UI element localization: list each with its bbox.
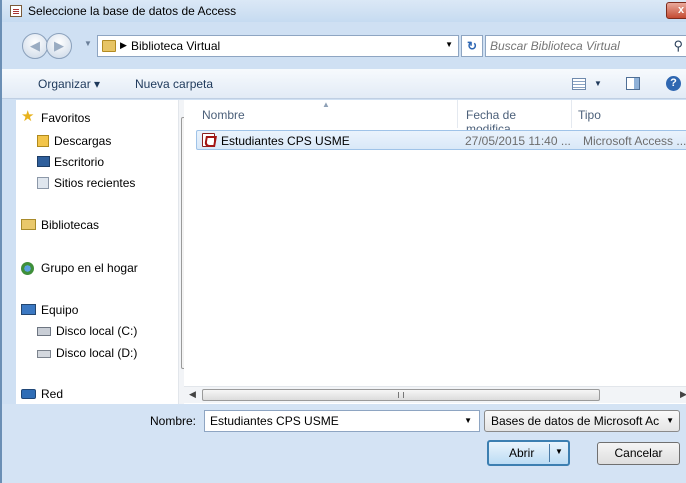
refresh-button[interactable]: ↻ (461, 35, 483, 57)
file-row[interactable]: Estudiantes CPS USME 27/05/2015 11:40 ..… (196, 130, 686, 150)
open-button-label: Abrir (509, 446, 535, 460)
back-arrow-icon: ◀ (30, 38, 40, 53)
scroll-left-icon[interactable]: ◀ (189, 389, 196, 400)
recent-places-icon (37, 177, 49, 189)
file-date: 27/05/2015 11:40 ... (465, 134, 571, 148)
command-toolbar: Organizar ▾ Nueva carpeta ▼ ? (2, 69, 686, 99)
search-icon[interactable]: ⚲ (673, 38, 683, 54)
column-header-nombre[interactable]: ▲ Nombre (184, 100, 458, 128)
refresh-icon: ↻ (466, 39, 478, 53)
recent-locations-dropdown-icon[interactable]: ▼ (84, 39, 92, 48)
new-folder-button[interactable]: Nueva carpeta (135, 77, 213, 91)
desktop-icon (37, 156, 50, 167)
filetype-select[interactable]: Bases de datos de Microsoft Ac ▼ (484, 410, 680, 432)
search-input[interactable] (490, 39, 660, 53)
drive-icon (37, 350, 51, 358)
access-app-icon (10, 5, 22, 17)
close-button[interactable]: x (666, 2, 686, 19)
downloads-icon (37, 135, 49, 147)
window-title: Seleccione la base de datos de Access (28, 4, 237, 18)
breadcrumb-item[interactable]: Biblioteca Virtual (131, 39, 220, 53)
cancel-button[interactable]: Cancelar (597, 442, 680, 465)
computer-icon (21, 304, 36, 315)
help-icon[interactable]: ? (666, 76, 681, 91)
view-dropdown-icon[interactable]: ▼ (594, 79, 602, 88)
breadcrumb-chevron-icon[interactable]: ▶ (120, 40, 127, 51)
filename-combobox[interactable]: ▼ (204, 410, 480, 432)
address-dropdown-icon[interactable]: ▼ (445, 40, 453, 49)
file-list-hscrollbar[interactable]: ◀ ▶ (184, 386, 686, 403)
open-options-dropdown-icon[interactable]: ▼ (555, 447, 563, 456)
drive-icon (37, 327, 51, 336)
sort-ascending-icon: ▲ (322, 100, 330, 109)
forward-button[interactable]: ▶ (46, 33, 72, 59)
navigation-pane: ★ Favoritos Descargas Escritorio Sitios … (16, 100, 195, 404)
file-list: ▲ Nombre Fecha de modifica... Tipo Estud… (184, 100, 686, 404)
network-icon (21, 389, 36, 399)
column-header-fecha[interactable]: Fecha de modifica... (458, 100, 572, 136)
filename-input[interactable] (210, 414, 450, 428)
back-button[interactable]: ◀ (22, 33, 48, 59)
scroll-right-icon[interactable]: ▶ (680, 389, 686, 400)
view-options-icon[interactable] (572, 78, 586, 90)
column-header-tipo[interactable]: Tipo (572, 100, 686, 128)
access-file-icon (202, 133, 215, 147)
organize-button[interactable]: Organizar ▾ (38, 77, 100, 91)
filename-dropdown-icon[interactable]: ▼ (464, 416, 472, 425)
filetype-value: Bases de datos de Microsoft Ac (491, 414, 660, 428)
search-box[interactable]: ⚲ (485, 35, 686, 57)
title-bar: Seleccione la base de datos de Access x (2, 0, 686, 22)
homegroup-icon (21, 262, 34, 275)
preview-pane-icon[interactable] (626, 77, 640, 90)
library-icon (21, 219, 36, 230)
file-type: Microsoft Access ... (583, 134, 686, 148)
split-divider (549, 444, 550, 462)
filetype-dropdown-icon[interactable]: ▼ (666, 416, 674, 425)
file-open-dialog: Seleccione la base de datos de Access x … (0, 0, 686, 483)
nav-buttons: ◀ ▶ (22, 33, 82, 59)
star-icon: ★ (21, 108, 35, 125)
open-button[interactable]: Abrir ▼ (487, 440, 570, 466)
grip-icon (398, 392, 404, 398)
file-name: Estudiantes CPS USME (221, 134, 350, 148)
forward-arrow-icon: ▶ (54, 38, 64, 53)
dialog-footer: Nombre: ▼ Bases de datos de Microsoft Ac… (2, 404, 686, 483)
folder-icon (102, 40, 116, 52)
hscrollbar-thumb[interactable] (202, 389, 600, 401)
address-row: ◀ ▶ ▼ ▶ Biblioteca Virtual ▼ ↻ ⚲ (2, 24, 686, 59)
filename-label: Nombre: (150, 414, 197, 428)
address-bar[interactable]: ▶ Biblioteca Virtual ▼ (97, 35, 459, 57)
